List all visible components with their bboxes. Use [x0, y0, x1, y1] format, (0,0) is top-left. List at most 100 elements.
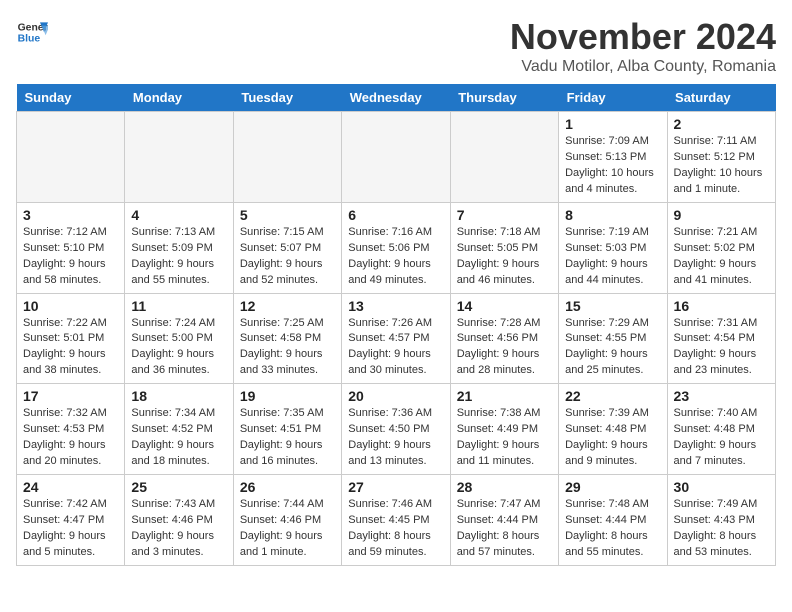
- day-info: Sunrise: 7:18 AMSunset: 5:05 PMDaylight:…: [457, 225, 552, 289]
- calendar-header-monday: Monday: [125, 84, 233, 112]
- day-number: 16: [674, 298, 769, 314]
- calendar-cell: 24 Sunrise: 7:42 AMSunset: 4:47 PMDayligh…: [17, 475, 125, 566]
- day-info: Sunrise: 7:29 AMSunset: 4:55 PMDaylight:…: [565, 316, 660, 380]
- calendar-cell: 15 Sunrise: 7:29 AMSunset: 4:55 PMDayligh…: [559, 293, 667, 384]
- calendar-cell: 30 Sunrise: 7:49 AMSunset: 4:43 PMDayligh…: [667, 475, 775, 566]
- day-info: Sunrise: 7:44 AMSunset: 4:46 PMDaylight:…: [240, 497, 335, 561]
- day-number: 13: [348, 298, 443, 314]
- day-info: Sunrise: 7:46 AMSunset: 4:45 PMDaylight:…: [348, 497, 443, 561]
- svg-text:Blue: Blue: [18, 34, 41, 45]
- calendar-cell: 3 Sunrise: 7:12 AMSunset: 5:10 PMDaylight…: [17, 202, 125, 293]
- calendar-cell: 12Sunrise: 7:25 AMSunset: 4:58 PMDayligh…: [233, 293, 341, 384]
- calendar-cell: 11 Sunrise: 7:24 AMSunset: 5:00 PMDayligh…: [125, 293, 233, 384]
- day-number: 8: [565, 207, 660, 223]
- calendar-cell: 4 Sunrise: 7:13 AMSunset: 5:09 PMDaylight…: [125, 202, 233, 293]
- calendar-cell: 7 Sunrise: 7:18 AMSunset: 5:05 PMDaylight…: [450, 202, 558, 293]
- page-header: General Blue November 2024 Vadu Motilor,…: [16, 16, 776, 76]
- month-title: November 2024: [510, 16, 776, 58]
- day-number: 1: [565, 116, 660, 132]
- day-number: 26: [240, 479, 335, 495]
- calendar-header-wednesday: Wednesday: [342, 84, 450, 112]
- calendar-week-2: 10 Sunrise: 7:22 AMSunset: 5:01 PMDayligh…: [17, 293, 776, 384]
- day-info: Sunrise: 7:28 AMSunset: 4:56 PMDaylight:…: [457, 316, 552, 380]
- day-number: 20: [348, 388, 443, 404]
- calendar-header-saturday: Saturday: [667, 84, 775, 112]
- day-info: Sunrise: 7:40 AMSunset: 4:48 PMDaylight:…: [674, 406, 769, 470]
- calendar-cell: 16 Sunrise: 7:31 AMSunset: 4:54 PMDayligh…: [667, 293, 775, 384]
- day-number: 15: [565, 298, 660, 314]
- calendar-cell: 14 Sunrise: 7:28 AMSunset: 4:56 PMDayligh…: [450, 293, 558, 384]
- day-number: 18: [131, 388, 226, 404]
- day-info: Sunrise: 7:13 AMSunset: 5:09 PMDaylight:…: [131, 225, 226, 289]
- calendar-cell: [450, 112, 558, 203]
- day-number: 29: [565, 479, 660, 495]
- calendar-cell: [342, 112, 450, 203]
- day-number: 25: [131, 479, 226, 495]
- logo-icon: General Blue: [16, 16, 48, 48]
- day-info: Sunrise: 7:11 AMSunset: 5:12 PMDaylight:…: [674, 134, 769, 198]
- day-info: Sunrise: 7:09 AMSunset: 5:13 PMDaylight:…: [565, 134, 660, 198]
- day-number: 6: [348, 207, 443, 223]
- calendar-header-sunday: Sunday: [17, 84, 125, 112]
- day-info: Sunrise: 7:24 AMSunset: 5:00 PMDaylight:…: [131, 316, 226, 380]
- calendar-header-thursday: Thursday: [450, 84, 558, 112]
- day-info: Sunrise: 7:31 AMSunset: 4:54 PMDaylight:…: [674, 316, 769, 380]
- calendar-week-4: 24 Sunrise: 7:42 AMSunset: 4:47 PMDayligh…: [17, 475, 776, 566]
- calendar-cell: 2Sunrise: 7:11 AMSunset: 5:12 PMDaylight…: [667, 112, 775, 203]
- day-number: 11: [131, 298, 226, 314]
- day-number: 3: [23, 207, 118, 223]
- day-info: Sunrise: 7:19 AMSunset: 5:03 PMDaylight:…: [565, 225, 660, 289]
- day-number: 14: [457, 298, 552, 314]
- day-number: 5: [240, 207, 335, 223]
- day-info: Sunrise: 7:25 AMSunset: 4:58 PMDaylight:…: [240, 316, 335, 380]
- calendar-cell: 18 Sunrise: 7:34 AMSunset: 4:52 PMDayligh…: [125, 384, 233, 475]
- calendar-cell: 19Sunrise: 7:35 AMSunset: 4:51 PMDayligh…: [233, 384, 341, 475]
- calendar-header-tuesday: Tuesday: [233, 84, 341, 112]
- day-info: Sunrise: 7:42 AMSunset: 4:47 PMDaylight:…: [23, 497, 118, 561]
- calendar-body: 1 Sunrise: 7:09 AMSunset: 5:13 PMDaylight…: [17, 112, 776, 566]
- calendar-cell: [17, 112, 125, 203]
- day-number: 23: [674, 388, 769, 404]
- day-number: 30: [674, 479, 769, 495]
- calendar-cell: 27Sunrise: 7:46 AMSunset: 4:45 PMDayligh…: [342, 475, 450, 566]
- day-info: Sunrise: 7:39 AMSunset: 4:48 PMDaylight:…: [565, 406, 660, 470]
- calendar-cell: 26 Sunrise: 7:44 AMSunset: 4:46 PMDayligh…: [233, 475, 341, 566]
- day-number: 28: [457, 479, 552, 495]
- calendar-cell: 17Sunrise: 7:32 AMSunset: 4:53 PMDayligh…: [17, 384, 125, 475]
- calendar-week-3: 17Sunrise: 7:32 AMSunset: 4:53 PMDayligh…: [17, 384, 776, 475]
- title-area: November 2024 Vadu Motilor, Alba County,…: [510, 16, 776, 76]
- calendar-cell: 9Sunrise: 7:21 AMSunset: 5:02 PMDaylight…: [667, 202, 775, 293]
- calendar-header-row: SundayMondayTuesdayWednesdayThursdayFrid…: [17, 84, 776, 112]
- logo: General Blue: [16, 16, 48, 48]
- day-info: Sunrise: 7:38 AMSunset: 4:49 PMDaylight:…: [457, 406, 552, 470]
- calendar-cell: [233, 112, 341, 203]
- day-number: 17: [23, 388, 118, 404]
- calendar-header-friday: Friday: [559, 84, 667, 112]
- day-number: 10: [23, 298, 118, 314]
- day-info: Sunrise: 7:22 AMSunset: 5:01 PMDaylight:…: [23, 316, 118, 380]
- calendar-cell: 20Sunrise: 7:36 AMSunset: 4:50 PMDayligh…: [342, 384, 450, 475]
- day-info: Sunrise: 7:35 AMSunset: 4:51 PMDaylight:…: [240, 406, 335, 470]
- calendar-week-0: 1 Sunrise: 7:09 AMSunset: 5:13 PMDaylight…: [17, 112, 776, 203]
- calendar-cell: 29 Sunrise: 7:48 AMSunset: 4:44 PMDayligh…: [559, 475, 667, 566]
- day-number: 7: [457, 207, 552, 223]
- calendar-cell: 21Sunrise: 7:38 AMSunset: 4:49 PMDayligh…: [450, 384, 558, 475]
- calendar-cell: 23 Sunrise: 7:40 AMSunset: 4:48 PMDayligh…: [667, 384, 775, 475]
- day-info: Sunrise: 7:49 AMSunset: 4:43 PMDaylight:…: [674, 497, 769, 561]
- day-info: Sunrise: 7:43 AMSunset: 4:46 PMDaylight:…: [131, 497, 226, 561]
- day-number: 4: [131, 207, 226, 223]
- day-info: Sunrise: 7:12 AMSunset: 5:10 PMDaylight:…: [23, 225, 118, 289]
- day-number: 24: [23, 479, 118, 495]
- calendar-table: SundayMondayTuesdayWednesdayThursdayFrid…: [16, 84, 776, 566]
- calendar-cell: 28Sunrise: 7:47 AMSunset: 4:44 PMDayligh…: [450, 475, 558, 566]
- calendar-cell: 1 Sunrise: 7:09 AMSunset: 5:13 PMDaylight…: [559, 112, 667, 203]
- calendar-cell: 25 Sunrise: 7:43 AMSunset: 4:46 PMDayligh…: [125, 475, 233, 566]
- day-info: Sunrise: 7:26 AMSunset: 4:57 PMDaylight:…: [348, 316, 443, 380]
- day-info: Sunrise: 7:16 AMSunset: 5:06 PMDaylight:…: [348, 225, 443, 289]
- calendar-cell: 5 Sunrise: 7:15 AMSunset: 5:07 PMDaylight…: [233, 202, 341, 293]
- day-info: Sunrise: 7:34 AMSunset: 4:52 PMDaylight:…: [131, 406, 226, 470]
- day-info: Sunrise: 7:48 AMSunset: 4:44 PMDaylight:…: [565, 497, 660, 561]
- day-info: Sunrise: 7:15 AMSunset: 5:07 PMDaylight:…: [240, 225, 335, 289]
- calendar-week-1: 3 Sunrise: 7:12 AMSunset: 5:10 PMDaylight…: [17, 202, 776, 293]
- calendar-cell: 10 Sunrise: 7:22 AMSunset: 5:01 PMDayligh…: [17, 293, 125, 384]
